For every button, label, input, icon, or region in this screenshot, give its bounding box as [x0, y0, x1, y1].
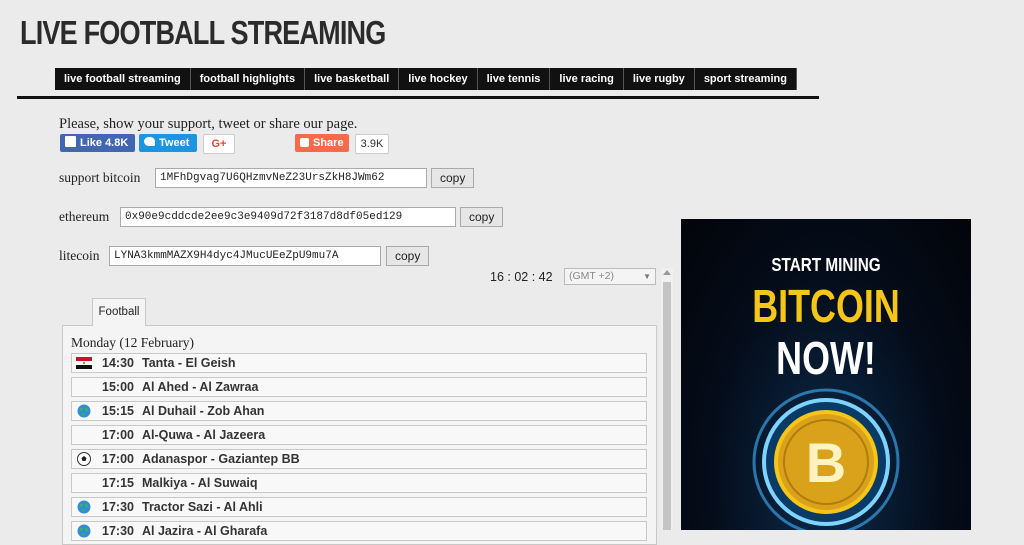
clock-time: 16 : 02 : 42: [490, 270, 553, 284]
match-row[interactable]: 17:15 Malkiya - Al Suwaiq: [71, 473, 647, 493]
litecoin-copy-button[interactable]: copy: [386, 246, 430, 266]
twitter-bird-icon: [144, 137, 155, 146]
match-teams: Al Jazira - Al Gharafa: [142, 524, 268, 538]
nav-item-live-football-streaming[interactable]: live football streaming: [55, 68, 191, 90]
nav-item-football-highlights[interactable]: football highlights: [190, 68, 306, 90]
match-teams: Adanaspor - Gaziantep BB: [142, 452, 300, 466]
match-teams: Malkiya - Al Suwaiq: [142, 476, 258, 490]
match-row[interactable]: 14:30 Tanta - El Geish: [71, 353, 647, 373]
scrollbar[interactable]: [661, 268, 673, 530]
match-row[interactable]: 17:00 Adanaspor - Gaziantep BB: [71, 449, 647, 469]
share-count: 3.9K: [355, 134, 389, 154]
match-teams: Tractor Sazi - Al Ahli: [142, 500, 263, 514]
chevron-down-icon: ▼: [643, 272, 651, 281]
nav-items: live football streaming football highligh…: [55, 68, 797, 90]
scroll-thumb[interactable]: [663, 282, 671, 530]
facebook-like-button[interactable]: Like 4.8K: [60, 134, 135, 152]
match-row[interactable]: 17:30 Al Jazira - Al Gharafa: [71, 521, 647, 541]
main-nav: live football streaming football highligh…: [17, 68, 819, 99]
share-label: Share: [313, 137, 344, 149]
egypt-flag-icon: [76, 356, 92, 370]
match-teams: Tanta - El Geish: [142, 356, 236, 370]
timezone-select[interactable]: (GMT +2) ▼: [564, 268, 656, 285]
nav-item-live-basketball[interactable]: live basketball: [305, 68, 400, 90]
ad-line-1: START MINING: [771, 255, 881, 275]
match-teams: Al Duhail - Zob Ahan: [142, 404, 265, 418]
globe-icon: [76, 404, 92, 418]
google-plus-button[interactable]: G+: [203, 134, 235, 154]
coin-symbol: B: [806, 431, 846, 494]
tab-football[interactable]: Football: [92, 298, 146, 326]
match-teams: Al-Quwa - Al Jazeera: [142, 428, 266, 442]
nav-item-live-hockey[interactable]: live hockey: [399, 68, 478, 90]
match-row[interactable]: 15:15 Al Duhail - Zob Ahan: [71, 401, 647, 421]
tweet-button[interactable]: Tweet: [139, 134, 197, 152]
match-time: 17:00: [102, 452, 134, 466]
match-time: 14:30: [102, 356, 134, 370]
bitcoin-address-field[interactable]: 1MFhDgvag7U6QHzmvNeZ23UrsZkH8JWm62: [155, 168, 427, 188]
ethereum-address-field[interactable]: 0x90e9cddcde2ee9c3e9409d72f3187d8df05ed1…: [120, 207, 456, 227]
match-time: 17:00: [102, 428, 134, 442]
day-heading: Monday (12 February): [71, 335, 194, 350]
bitcoin-coin-icon: B: [752, 388, 900, 530]
ethereum-copy-button[interactable]: copy: [460, 207, 504, 227]
match-row[interactable]: 17:30 Tractor Sazi - Al Ahli: [71, 497, 647, 517]
match-time: 15:15: [102, 404, 134, 418]
bitcoin-label: support bitcoin: [59, 170, 141, 185]
share-button[interactable]: Share: [295, 134, 349, 152]
ethereum-label: ethereum: [59, 209, 110, 224]
ad-line-3: NOW!: [776, 332, 876, 384]
tweet-label: Tweet: [159, 137, 190, 149]
nav-item-live-rugby[interactable]: live rugby: [623, 68, 695, 90]
nav-item-live-racing[interactable]: live racing: [550, 68, 624, 90]
match-time: 17:30: [102, 524, 134, 538]
support-message: Please, show your support, tweet or shar…: [59, 116, 358, 132]
litecoin-label: litecoin: [59, 248, 100, 263]
timezone-value: (GMT +2): [569, 270, 615, 282]
soccer-ball-icon: [76, 452, 92, 466]
match-list: 14:30 Tanta - El Geish 15:00 Al Ahed - Al Z…: [71, 353, 647, 545]
schedule-panel: Monday (12 February) 14:30 Tanta - El Gei…: [62, 325, 657, 545]
scroll-up-icon[interactable]: [663, 270, 671, 275]
globe-icon: [76, 524, 92, 538]
globe-icon: [76, 500, 92, 514]
match-row[interactable]: 15:00 Al Ahed - Al Zawraa: [71, 377, 647, 397]
ad-line-2: BITCOIN: [752, 280, 900, 332]
share-plus-icon: [300, 138, 309, 147]
match-time: 17:15: [102, 476, 134, 490]
match-time: 15:00: [102, 380, 134, 394]
nav-item-sport-streaming[interactable]: sport streaming: [694, 68, 797, 90]
litecoin-address-field[interactable]: LYNA3kmmMAZX9H4dyc4JMucUEeZpU9mu7A: [109, 246, 381, 266]
site-title: LIVE FOOTBALL STREAMING: [20, 14, 386, 51]
match-row[interactable]: 17:00 Al-Quwa - Al Jazeera: [71, 425, 647, 445]
bitcoin-mining-ad[interactable]: START MINING BITCOIN NOW! B: [681, 219, 971, 530]
facebook-like-label: Like 4.8K: [80, 137, 129, 149]
bitcoin-copy-button[interactable]: copy: [431, 168, 475, 188]
facebook-icon: [65, 136, 76, 147]
match-teams: Al Ahed - Al Zawraa: [142, 380, 259, 394]
match-time: 17:30: [102, 500, 134, 514]
nav-item-live-tennis[interactable]: live tennis: [477, 68, 551, 90]
